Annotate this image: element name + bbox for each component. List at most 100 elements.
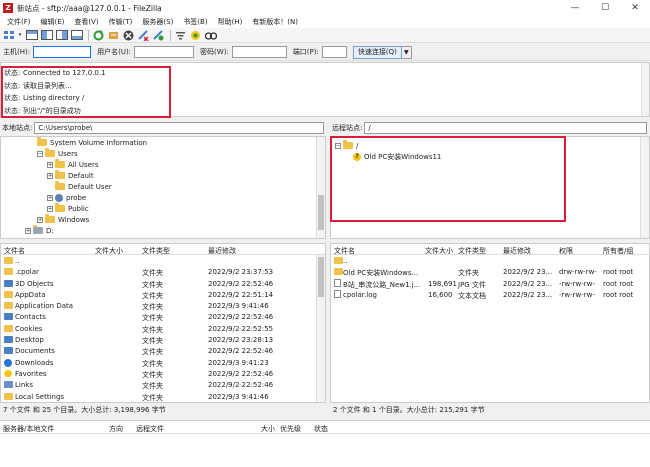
cell-name: ..: [343, 257, 348, 265]
table-row[interactable]: Application Data 文件夹 2022/9/3 9:41:46: [1, 300, 325, 311]
disconnect-icon[interactable]: [137, 29, 150, 41]
quickconnect-dropdown-icon[interactable]: ▼: [401, 45, 412, 59]
table-row[interactable]: .cpolar 文件夹 2022/9/2 23:37:53: [1, 266, 325, 277]
site-manager-icon[interactable]: [2, 29, 15, 41]
scrollbar-thumb[interactable]: [318, 257, 324, 297]
column-size[interactable]: 大小: [261, 424, 275, 434]
menu-server[interactable]: 服务器(S): [137, 17, 178, 27]
expand-icon[interactable]: +: [47, 161, 53, 168]
cell-name: Cookies: [15, 324, 43, 333]
local-list-scrollbar[interactable]: [316, 255, 325, 402]
user-folder-icon: [55, 193, 63, 202]
remote-tree-scrollbar[interactable]: [640, 137, 649, 238]
table-row[interactable]: B站_串流公路_New1.j... 198,691 JPG 文件 2022/9/2 2…: [331, 278, 649, 289]
host-input[interactable]: [33, 46, 92, 58]
process-queue-icon[interactable]: [107, 29, 120, 41]
expand-icon[interactable]: +: [37, 216, 43, 223]
table-row[interactable]: Downloads 文件夹 2022/9/3 9:41:23: [1, 357, 325, 368]
tree-node[interactable]: + D:: [25, 225, 54, 236]
cell-name: Favorites: [15, 369, 47, 378]
menu-new-version[interactable]: 有新版本！(N): [247, 17, 303, 27]
folder-icon: [4, 268, 13, 276]
log-scrollbar[interactable]: [641, 63, 649, 116]
local-site-label: 本地站点:: [2, 124, 33, 132]
folder-icon: [55, 159, 65, 168]
menu-edit[interactable]: 编辑(E): [36, 17, 70, 27]
local-file-list-header: 文件名 文件大小 文件类型 最近修改: [1, 244, 325, 255]
expand-icon[interactable]: +: [47, 205, 53, 212]
menu-transfer[interactable]: 传输(T): [104, 17, 138, 27]
table-row[interactable]: ..: [1, 255, 325, 266]
tree-node[interactable]: + probe: [47, 192, 86, 203]
table-row[interactable]: Local Settings 文件夹 2022/9/3 9:41:46: [1, 391, 325, 402]
cell-name: cpolar.log: [343, 290, 377, 299]
scrollbar-thumb[interactable]: [318, 195, 324, 230]
expand-icon[interactable]: +: [25, 227, 31, 234]
tree-node-label: Windows: [58, 215, 90, 224]
column-priority[interactable]: 优先级: [280, 424, 301, 434]
folder-icon: [55, 181, 65, 190]
maximize-button[interactable]: ☐: [590, 0, 620, 16]
cell-owner: root root: [603, 268, 634, 277]
tree-node[interactable]: + Windows: [37, 214, 89, 225]
folder-icon: [334, 268, 343, 276]
toggle-remote-tree-icon[interactable]: [55, 29, 68, 41]
menu-view[interactable]: 查看(V): [69, 17, 103, 27]
toggle-local-tree-icon[interactable]: [40, 29, 53, 41]
directory-listing-filter-icon[interactable]: [174, 29, 187, 41]
remote-path-input[interactable]: /: [364, 122, 648, 134]
table-row[interactable]: Old PC安装Windows... 文件夹 2022/9/2 23... drw-r…: [331, 266, 649, 277]
table-row[interactable]: Documents 文件夹 2022/9/2 22:52:46: [1, 345, 325, 356]
cell-size: 16,600: [428, 290, 453, 299]
tree-node-label: Default User: [68, 182, 112, 191]
tree-node[interactable]: + Default: [47, 170, 94, 181]
username-input[interactable]: [134, 46, 195, 58]
tree-node[interactable]: + All Users: [47, 159, 99, 170]
download-icon: [4, 358, 12, 367]
column-server-local-file[interactable]: 服务器/本地文件: [3, 424, 54, 434]
column-direction[interactable]: 方向: [109, 424, 123, 434]
tree-node[interactable]: System Volume Information: [37, 137, 147, 148]
reconnect-icon[interactable]: [152, 29, 165, 41]
table-row[interactable]: Contacts 文件夹 2022/9/2 22:52:46: [1, 311, 325, 322]
column-status[interactable]: 状态: [314, 424, 328, 434]
tree-node[interactable]: + Public: [47, 203, 89, 214]
toolbar: ▾: [0, 28, 650, 43]
column-remote-file[interactable]: 远程文件: [136, 424, 164, 434]
toggle-queue-icon[interactable]: [70, 29, 83, 41]
toggle-log-icon[interactable]: [25, 29, 38, 41]
menu-file[interactable]: 文件(F): [2, 17, 36, 27]
minimize-button[interactable]: —: [560, 0, 590, 16]
search-icon[interactable]: [204, 29, 217, 41]
table-row[interactable]: AppData 文件夹 2022/9/2 22:51:14: [1, 289, 325, 300]
tree-node[interactable]: − Users: [37, 148, 78, 159]
menu-bookmarks[interactable]: 书签(B): [178, 17, 212, 27]
close-button[interactable]: ✕: [620, 0, 650, 16]
table-row[interactable]: Favorites 文件夹 2022/9/2 22:52:46: [1, 368, 325, 379]
local-path-input[interactable]: C:\Users\probe\: [34, 122, 325, 134]
sync-browsing-icon[interactable]: [189, 29, 202, 41]
refresh-icon[interactable]: [92, 29, 105, 41]
host-label: 主机(H):: [3, 48, 31, 56]
tree-node[interactable]: Default User: [55, 181, 112, 192]
table-row[interactable]: Desktop 文件夹 2022/9/2 23:28:13: [1, 334, 325, 345]
table-row[interactable]: ..: [331, 255, 649, 266]
expand-icon[interactable]: +: [47, 194, 53, 201]
port-input[interactable]: [321, 46, 347, 58]
special-folder-icon: [4, 279, 13, 287]
cell-modified: 2022/9/3 9:41:46: [208, 392, 269, 401]
password-input[interactable]: [231, 46, 287, 58]
cancel-operation-icon[interactable]: [122, 29, 135, 41]
table-row[interactable]: cpolar.log 16,600 文本文档 2022/9/2 23... -rw-rw…: [331, 289, 649, 300]
dropdown-arrow-icon[interactable]: ▾: [17, 29, 23, 41]
table-row[interactable]: 3D Objects 文件夹 2022/9/2 22:52:46: [1, 278, 325, 289]
menu-help[interactable]: 帮助(H): [213, 17, 248, 27]
quickconnect-button[interactable]: 快速连接(Q): [352, 45, 402, 59]
table-row[interactable]: Cookies 文件夹 2022/9/2 22:52:55: [1, 323, 325, 334]
collapse-icon[interactable]: −: [37, 150, 43, 157]
local-site-bar: 本地站点: C:\Users\probe\: [0, 121, 325, 135]
table-row[interactable]: Links 文件夹 2022/9/2 22:52:46: [1, 379, 325, 390]
folder-icon: [4, 302, 13, 310]
local-tree-scrollbar[interactable]: [316, 137, 325, 238]
expand-icon[interactable]: +: [47, 172, 53, 179]
